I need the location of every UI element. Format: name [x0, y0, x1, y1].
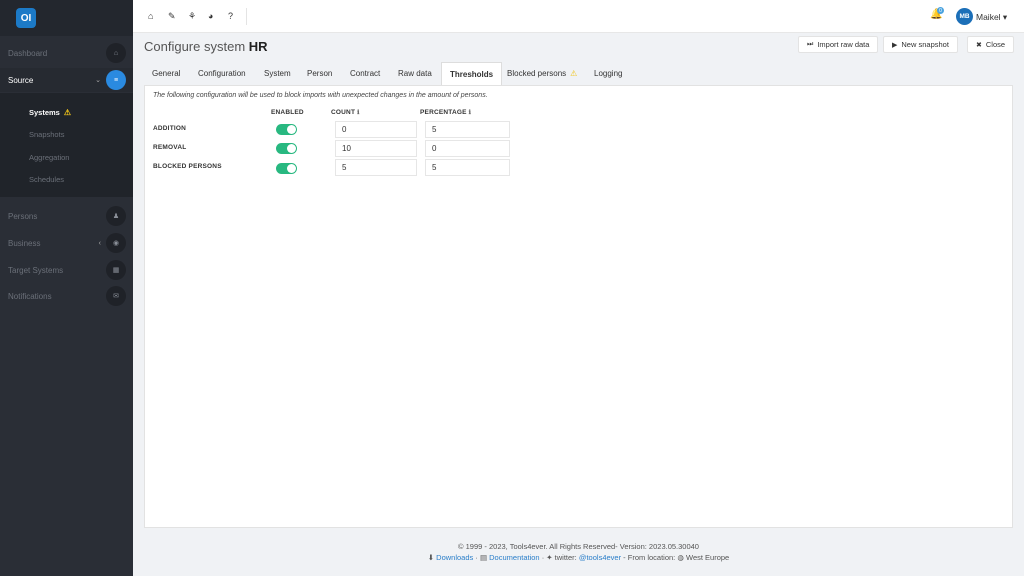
removal-count-input[interactable]: 10 — [335, 140, 417, 157]
sidebar-item-notifications[interactable]: Notifications ✉ — [0, 284, 133, 308]
toggle-blocked-persons-enabled[interactable] — [276, 163, 297, 174]
sidebar-item-source[interactable]: Source ⌄ ≡ — [0, 68, 133, 92]
tab-person[interactable]: Person — [307, 62, 332, 85]
help-icon[interactable]: ? — [228, 11, 233, 21]
documentation-link[interactable]: Documentation — [489, 553, 539, 562]
page-title: Configure system HR — [144, 39, 268, 54]
user-menu[interactable]: Maikel ▾ — [976, 12, 1007, 23]
addition-percentage-input[interactable]: 5 — [425, 121, 510, 138]
footer-copyright: © 1999 - 2023, Tools4ever. All Rights Re… — [458, 542, 699, 551]
row-label-removal: REMOVAL — [153, 144, 187, 151]
column-header-count: COUNT ℹ — [331, 109, 360, 116]
sidebar-item-dashboard[interactable]: Dashboard ⌂ — [0, 41, 133, 65]
tab-bar: General Configuration System Person Cont… — [144, 62, 1013, 86]
row-label-blocked-persons: BLOCKED PERSONS — [153, 163, 222, 170]
toggle-addition-enabled[interactable] — [276, 124, 297, 135]
downloads-link[interactable]: Downloads — [436, 553, 473, 562]
tab-general[interactable]: General — [152, 62, 180, 85]
sidebar-item-target-systems[interactable]: Target Systems ▦ — [0, 258, 133, 282]
tab-configuration[interactable]: Configuration — [198, 62, 246, 85]
thresholds-panel: The following configuration will be used… — [144, 85, 1013, 528]
sidebar-header: OI — [0, 0, 133, 36]
globe-icon: ◍ — [677, 553, 684, 562]
business-icon: ◉ — [106, 233, 126, 253]
sidebar-subitem-snapshots[interactable]: Snapshots — [29, 130, 64, 139]
info-icon[interactable]: ℹ — [357, 110, 359, 116]
tab-blocked-persons[interactable]: Blocked persons ⚠ — [507, 62, 577, 85]
tab-thresholds[interactable]: Thresholds — [441, 62, 503, 86]
tab-logging[interactable]: Logging — [594, 62, 622, 85]
row-label-addition: ADDITION — [153, 125, 187, 132]
download-icon: ⬇ — [427, 553, 435, 562]
sidebar-subitem-systems[interactable]: Systems ⚠ — [29, 108, 71, 117]
addition-count-input[interactable]: 0 — [335, 121, 417, 138]
book-icon: ▤ — [479, 553, 488, 562]
network-icon[interactable]: ⚘ — [188, 11, 196, 22]
column-header-enabled: ENABLED — [271, 109, 304, 116]
new-snapshot-button[interactable]: ▶ New snapshot — [883, 36, 958, 53]
close-button[interactable]: ✖ Close — [967, 36, 1015, 53]
wrench-icon[interactable]: ✎ — [168, 11, 176, 22]
tab-system[interactable]: System — [264, 62, 291, 85]
users-icon: ♟ — [106, 206, 126, 226]
chevron-left-icon: ‹ — [98, 239, 101, 247]
footer-links: ⬇ Downloads · ▤ Documentation · ✦ twitte… — [427, 553, 730, 562]
home-icon: ⌂ — [106, 43, 126, 63]
close-icon: ✖ — [976, 41, 982, 49]
database-icon: ≡ — [106, 70, 126, 90]
warning-icon: ⚠ — [570, 69, 578, 78]
app-logo[interactable]: OI — [16, 8, 36, 28]
play-icon: ▶ — [892, 41, 898, 49]
topbar-divider — [246, 8, 247, 25]
sidebar-item-business[interactable]: Business ‹ ◉ — [0, 231, 133, 255]
info-icon[interactable]: ℹ — [469, 110, 471, 116]
sidebar: OI Dashboard ⌂ Source ⌄ ≡ Systems ⚠ Snaps… — [0, 0, 133, 576]
column-header-percentage: PERCENTAGE ℹ — [420, 109, 472, 116]
warning-icon: ⚠ — [63, 108, 72, 117]
avatar[interactable]: MB — [956, 8, 973, 25]
blocked-persons-percentage-input[interactable]: 5 — [425, 159, 510, 176]
location-value: West Europe — [686, 553, 730, 562]
toggle-removal-enabled[interactable] — [276, 143, 297, 154]
twitter-icon: ✦ — [546, 553, 553, 562]
home-icon[interactable]: ⌂ — [148, 11, 153, 21]
twitter-link[interactable]: @tools4ever — [579, 553, 621, 562]
sidebar-item-persons[interactable]: Persons ♟ — [0, 204, 133, 228]
thresholds-description: The following configuration will be used… — [153, 92, 488, 99]
sidebar-submenu: Systems ⚠ Snapshots Aggregation Schedules — [0, 93, 133, 197]
import-raw-data-button[interactable]: ⏭ Import raw data — [798, 36, 879, 53]
topbar: ⌂ ✎ ⚘ ◕ ? 🔔 0 MB Maikel ▾ — [133, 0, 1024, 33]
notification-badge: 0 — [937, 7, 944, 14]
sidebar-subitem-schedules[interactable]: Schedules — [29, 175, 64, 184]
envelope-icon: ✉ — [106, 286, 126, 306]
blocked-persons-count-input[interactable]: 5 — [335, 159, 417, 176]
chart-icon[interactable]: ◕ — [208, 11, 213, 21]
tab-raw-data[interactable]: Raw data — [398, 62, 432, 85]
removal-percentage-input[interactable]: 0 — [425, 140, 510, 157]
chevron-down-icon: ⌄ — [95, 77, 101, 84]
tab-contract[interactable]: Contract — [350, 62, 380, 85]
step-forward-icon: ⏭ — [807, 40, 814, 48]
sidebar-subitem-aggregation[interactable]: Aggregation — [29, 153, 69, 162]
grid-icon: ▦ — [106, 260, 126, 280]
